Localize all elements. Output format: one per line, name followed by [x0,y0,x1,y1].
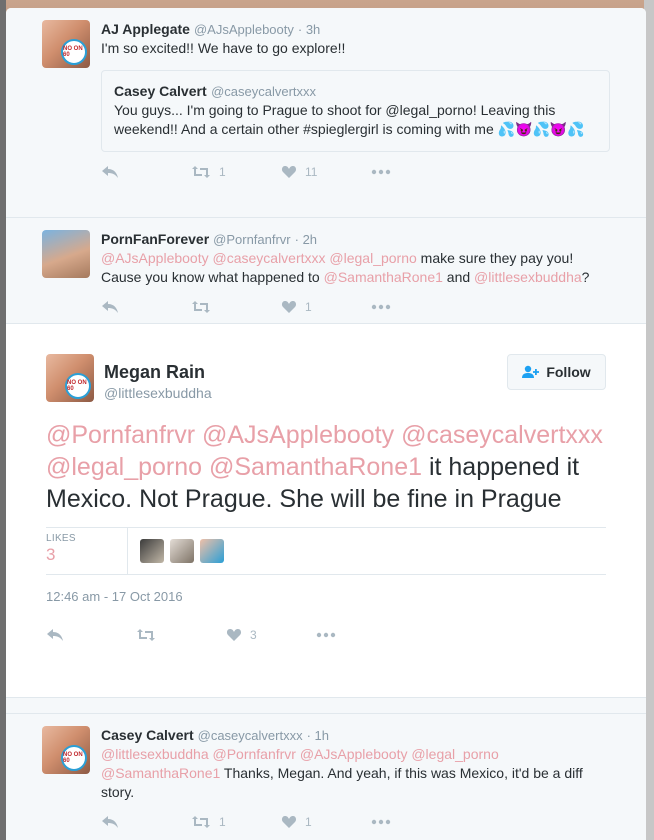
reply-icon [102,816,118,828]
likes-label: LIKES [46,533,76,544]
tweet-stats: LIKES 3 [46,527,606,575]
tweet-actions: 1 1 [101,802,610,840]
tweet-actions: 1 11 [101,152,610,192]
retweet-button[interactable]: 1 [191,815,281,829]
author-handle[interactable]: @caseycalvertxxx [198,727,303,745]
heart-icon [281,301,297,313]
main-tweet-text: @Pornfanfrvr @AJsApplebooty @caseycalver… [46,421,603,513]
tweet-actions: 1 [101,287,610,327]
reply-button[interactable] [101,165,191,179]
tweet-casey-calvert[interactable]: NO ON 60 Casey Calvert @caseycalvertxxx … [6,714,646,840]
likes-stat[interactable]: LIKES 3 [46,527,128,575]
reply-button[interactable] [101,300,191,314]
main-tweet: NO ON 60 Megan Rain @littlesexbuddha Fol… [6,324,646,698]
more-button[interactable] [371,169,461,175]
retweet-button[interactable]: 1 [191,165,281,179]
author-name[interactable]: PornFanForever [101,230,209,248]
follow-button[interactable]: Follow [507,354,606,390]
reply-icon [47,629,63,641]
liker-avatar[interactable] [140,539,164,563]
like-count: 11 [305,165,318,179]
retweet-button[interactable] [136,628,226,642]
quoted-author-handle: @caseycalvertxxx [211,84,317,99]
like-button[interactable]: 1 [281,815,371,829]
tweet-timestamp[interactable]: 12:46 am - 17 Oct 2016 [46,575,606,618]
tweet-header: AJ Applegate @AJsApplebooty · 3h [101,20,610,39]
like-button[interactable]: 11 [281,165,371,179]
author-handle[interactable]: @AJsApplebooty [194,21,294,39]
author-handle[interactable]: @littlesexbuddha [104,385,212,401]
avatar[interactable]: NO ON 60 [42,20,90,68]
retweet-icon [192,301,210,313]
follow-user-icon [522,365,540,378]
like-count: 3 [250,628,257,642]
like-button[interactable]: 1 [281,300,371,314]
author-name[interactable]: AJ Applegate [101,20,190,38]
avatar[interactable] [42,230,90,278]
more-icon [371,819,391,825]
main-tweet-header: NO ON 60 Megan Rain @littlesexbuddha Fol… [46,324,606,419]
more-button[interactable] [371,304,461,310]
liker-avatar[interactable] [170,539,194,563]
no-on-60-badge: NO ON 60 [61,745,87,771]
retweet-count: 1 [219,815,226,829]
retweet-icon [192,166,210,178]
reply-button[interactable] [101,815,191,829]
like-count: 1 [305,300,312,314]
reply-icon [102,301,118,313]
heart-icon [281,816,297,828]
thread-divider [6,698,646,714]
tweet-actions: 3 [46,618,606,658]
mention-link[interactable]: @SamanthaRone1 [324,269,443,285]
author-name[interactable]: Megan Rain [104,362,205,383]
retweet-icon [192,816,210,828]
reply-icon [102,166,118,178]
like-count: 1 [305,815,312,829]
liker-avatars [128,539,224,563]
tweet-time[interactable]: · 3h [298,21,320,39]
tweet-text: I'm so excited!! We have to go explore!! [101,40,346,56]
tweet-pornfanforever[interactable]: PornFanForever @Pornfanfrvr · 2h @AJsApp… [6,218,646,324]
quoted-author-name: Casey Calvert [114,83,207,99]
tweet-text: @littlesexbuddha @Pornfanfrvr @AJsAppleb… [101,746,583,800]
no-on-60-badge: NO ON 60 [61,39,87,65]
quoted-tweet[interactable]: Casey Calvert @caseycalvertxxx You guys.… [101,70,610,152]
tweet-header: Casey Calvert @caseycalvertxxx · 1h [101,726,610,745]
mention-link[interactable]: @littlesexbuddha [474,269,582,285]
avatar[interactable]: NO ON 60 [42,726,90,774]
retweet-button[interactable] [191,300,281,314]
no-on-60-badge: NO ON 60 [65,373,91,399]
more-button[interactable] [316,632,406,638]
tweet-header: PornFanForever @Pornfanfrvr · 2h [101,230,610,249]
quoted-tweet-text: You guys... I'm going to Prague to shoot… [114,102,585,137]
like-button[interactable]: 3 [226,628,316,642]
more-button[interactable] [371,819,461,825]
tweet-modal: NO ON 60 AJ Applegate @AJsApplebooty · 3… [6,8,646,840]
tweet-time[interactable]: · 2h [295,231,317,249]
more-icon [371,169,391,175]
retweet-count: 1 [219,165,226,179]
liker-avatar[interactable] [200,539,224,563]
likes-count: 3 [46,545,56,564]
more-icon [371,304,391,310]
tweet-text: @AJsApplebooty @caseycalvertxxx @legal_p… [101,250,590,285]
author-handle[interactable]: @Pornfanfrvr [213,231,291,249]
author-name[interactable]: Casey Calvert [101,726,194,744]
heart-icon [226,629,242,641]
more-icon [316,632,336,638]
tweet-aj-applegate[interactable]: NO ON 60 AJ Applegate @AJsApplebooty · 3… [6,8,646,218]
reply-button[interactable] [46,628,136,642]
heart-icon [281,166,297,178]
avatar[interactable]: NO ON 60 [46,354,94,402]
mention-links[interactable]: @AJsApplebooty @caseycalvertxxx @legal_p… [101,250,417,266]
retweet-icon [137,629,155,641]
tweet-time[interactable]: · 1h [307,727,329,745]
